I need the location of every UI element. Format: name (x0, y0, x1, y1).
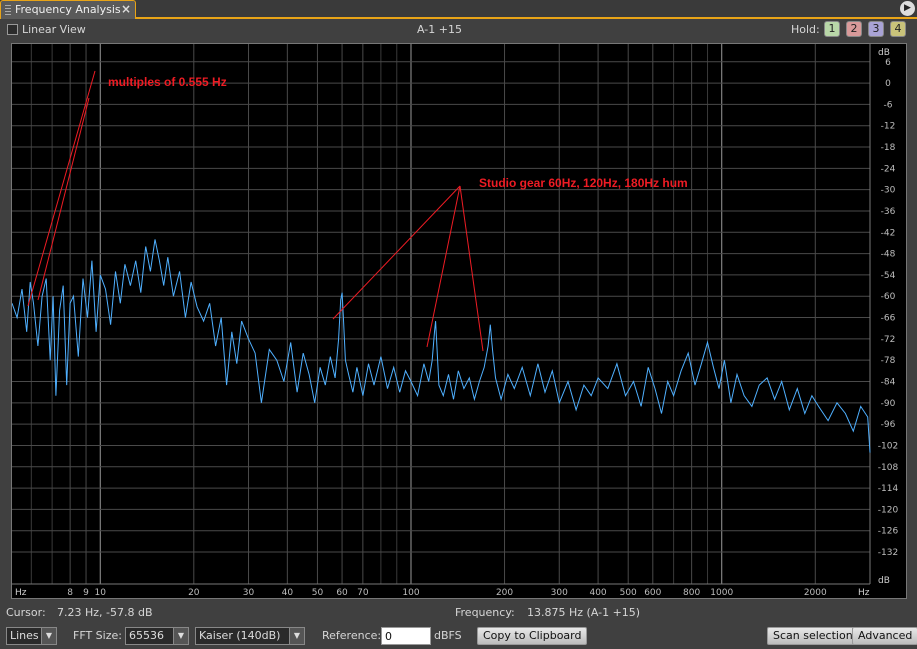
x-tick-label: 50 (312, 588, 324, 598)
panel-menu-icon[interactable]: ▶ (900, 1, 915, 16)
reference-label: Reference: (322, 629, 382, 642)
x-tick-label: 9 (83, 588, 89, 598)
x-tick-label: 30 (243, 588, 255, 598)
y-tick-label: -42 (881, 228, 896, 238)
window-function-value: Kaiser (140dB) (199, 629, 281, 642)
x-tick-label: 40 (282, 588, 294, 598)
annotation-leader-line (27, 70, 96, 307)
y-tick-label: -54 (881, 271, 896, 281)
panel-titlebar: Frequency Analysis × ▶ (0, 0, 917, 19)
y-unit-label: dB (878, 48, 890, 58)
frequency-label: Frequency: (455, 606, 515, 619)
y-tick-label: -60 (881, 292, 896, 302)
y-tick-label: -96 (881, 420, 896, 430)
y-tick-label: -24 (881, 164, 896, 174)
window-function-dropdown[interactable]: Kaiser (140dB) ▼ (195, 627, 305, 645)
y-tick-label: 6 (885, 58, 891, 68)
spectrum-series (12, 239, 871, 453)
y-unit-label-bottom: dB (878, 576, 890, 586)
hold-button-3[interactable]: 3 (868, 21, 884, 37)
scan-selection-button[interactable]: Scan selection (767, 627, 859, 645)
annotation-multiples: multiples of 0.555 Hz (108, 75, 227, 89)
x-tick-label: 600 (644, 588, 661, 598)
y-tick-label: -102 (878, 441, 898, 451)
chevron-down-icon: ▼ (173, 628, 188, 644)
linear-view-checkbox[interactable] (7, 24, 18, 35)
frequency-value: 13.875 Hz (A-1 +15) (527, 606, 641, 619)
x-unit-label-right: Hz (858, 588, 870, 598)
copy-to-clipboard-button[interactable]: Copy to Clipboard (477, 627, 588, 645)
chevron-down-icon: ▼ (289, 628, 304, 644)
channel-label: A-1 +15 (417, 23, 462, 36)
y-tick-label: -78 (881, 356, 896, 366)
y-tick-label: 0 (885, 79, 891, 89)
fft-size-value: 65536 (129, 629, 164, 642)
fft-size-label: FFT Size: (73, 629, 122, 642)
x-unit-label: Hz (15, 588, 27, 598)
y-tick-label: -6 (884, 100, 893, 110)
grid-lines (12, 44, 871, 585)
y-tick-label: -120 (878, 505, 899, 515)
reference-input[interactable] (381, 627, 431, 645)
display-mode-value: Lines (10, 629, 39, 642)
y-tick-label: -108 (878, 463, 899, 473)
x-tick-label: 1000 (710, 588, 733, 598)
display-mode-dropdown[interactable]: Lines ▼ (6, 627, 57, 645)
y-tick-label: -132 (878, 548, 898, 558)
y-tick-label: -18 (881, 143, 896, 153)
view-options-bar: Linear View A-1 +15 Hold: 1 2 3 4 (0, 21, 917, 41)
x-tick-label: 200 (496, 588, 513, 598)
fft-size-dropdown[interactable]: 65536 ▼ (125, 627, 189, 645)
y-tick-labels: 6 0 -6 -12 -18 -24 -30 -36 -42 -48 -54 -60 -66 -72 -78… (878, 58, 899, 558)
linear-view-label: Linear View (22, 23, 86, 36)
spectrum-line (12, 239, 871, 453)
y-tick-label: -12 (881, 122, 896, 132)
y-tick-label: -66 (881, 314, 896, 324)
reference-unit: dBFS (434, 629, 462, 642)
spectrum-plot[interactable]: 8 9 10 20 30 40 50 60 70 100 200 300 400 500 600 800 100… (11, 43, 907, 599)
y-tick-label: -126 (878, 527, 899, 537)
spectrum-chart[interactable]: 8 9 10 20 30 40 50 60 70 100 200 300 400 500 600 800 100… (12, 44, 906, 598)
advanced-button[interactable]: Advanced (852, 627, 917, 645)
hold-label: Hold: (791, 23, 820, 36)
hold-button-4[interactable]: 4 (890, 21, 906, 37)
cursor-label: Cursor: (6, 606, 46, 619)
x-tick-label: 2000 (804, 588, 827, 598)
x-tick-label: 8 (67, 588, 73, 598)
y-tick-label: -90 (881, 399, 896, 409)
annotation-hum: Studio gear 60Hz, 120Hz, 180Hz hum (479, 176, 688, 190)
x-tick-label: 100 (402, 588, 419, 598)
close-icon[interactable]: × (121, 2, 131, 16)
y-tick-label: -84 (881, 378, 896, 388)
x-tick-label: 300 (551, 588, 568, 598)
panel-tab[interactable]: Frequency Analysis × (0, 0, 136, 19)
y-tick-label: -72 (881, 335, 896, 345)
cursor-value: 7.23 Hz, -57.8 dB (57, 606, 153, 619)
x-tick-label: 70 (357, 588, 369, 598)
y-tick-label: -30 (881, 186, 896, 196)
x-tick-label: 10 (95, 588, 107, 598)
x-tick-labels: 8 9 10 20 30 40 50 60 70 100 200 300 400 500 600 800 100… (67, 588, 827, 598)
x-tick-label: 20 (188, 588, 200, 598)
annotation-leader-line (426, 185, 461, 348)
x-tick-label: 500 (620, 588, 637, 598)
x-tick-label: 60 (336, 588, 348, 598)
hold-button-2[interactable]: 2 (846, 21, 862, 37)
x-tick-label: 400 (589, 588, 606, 598)
chevron-down-icon: ▼ (41, 628, 56, 644)
y-tick-label: -36 (881, 207, 896, 217)
y-tick-label: -48 (881, 250, 896, 260)
hold-button-1[interactable]: 1 (824, 21, 840, 37)
x-tick-label: 800 (683, 588, 700, 598)
y-tick-label: -114 (878, 484, 899, 494)
drag-grip-icon[interactable] (5, 5, 11, 15)
annotation-leader-line (37, 97, 90, 301)
panel-title: Frequency Analysis (15, 3, 121, 16)
